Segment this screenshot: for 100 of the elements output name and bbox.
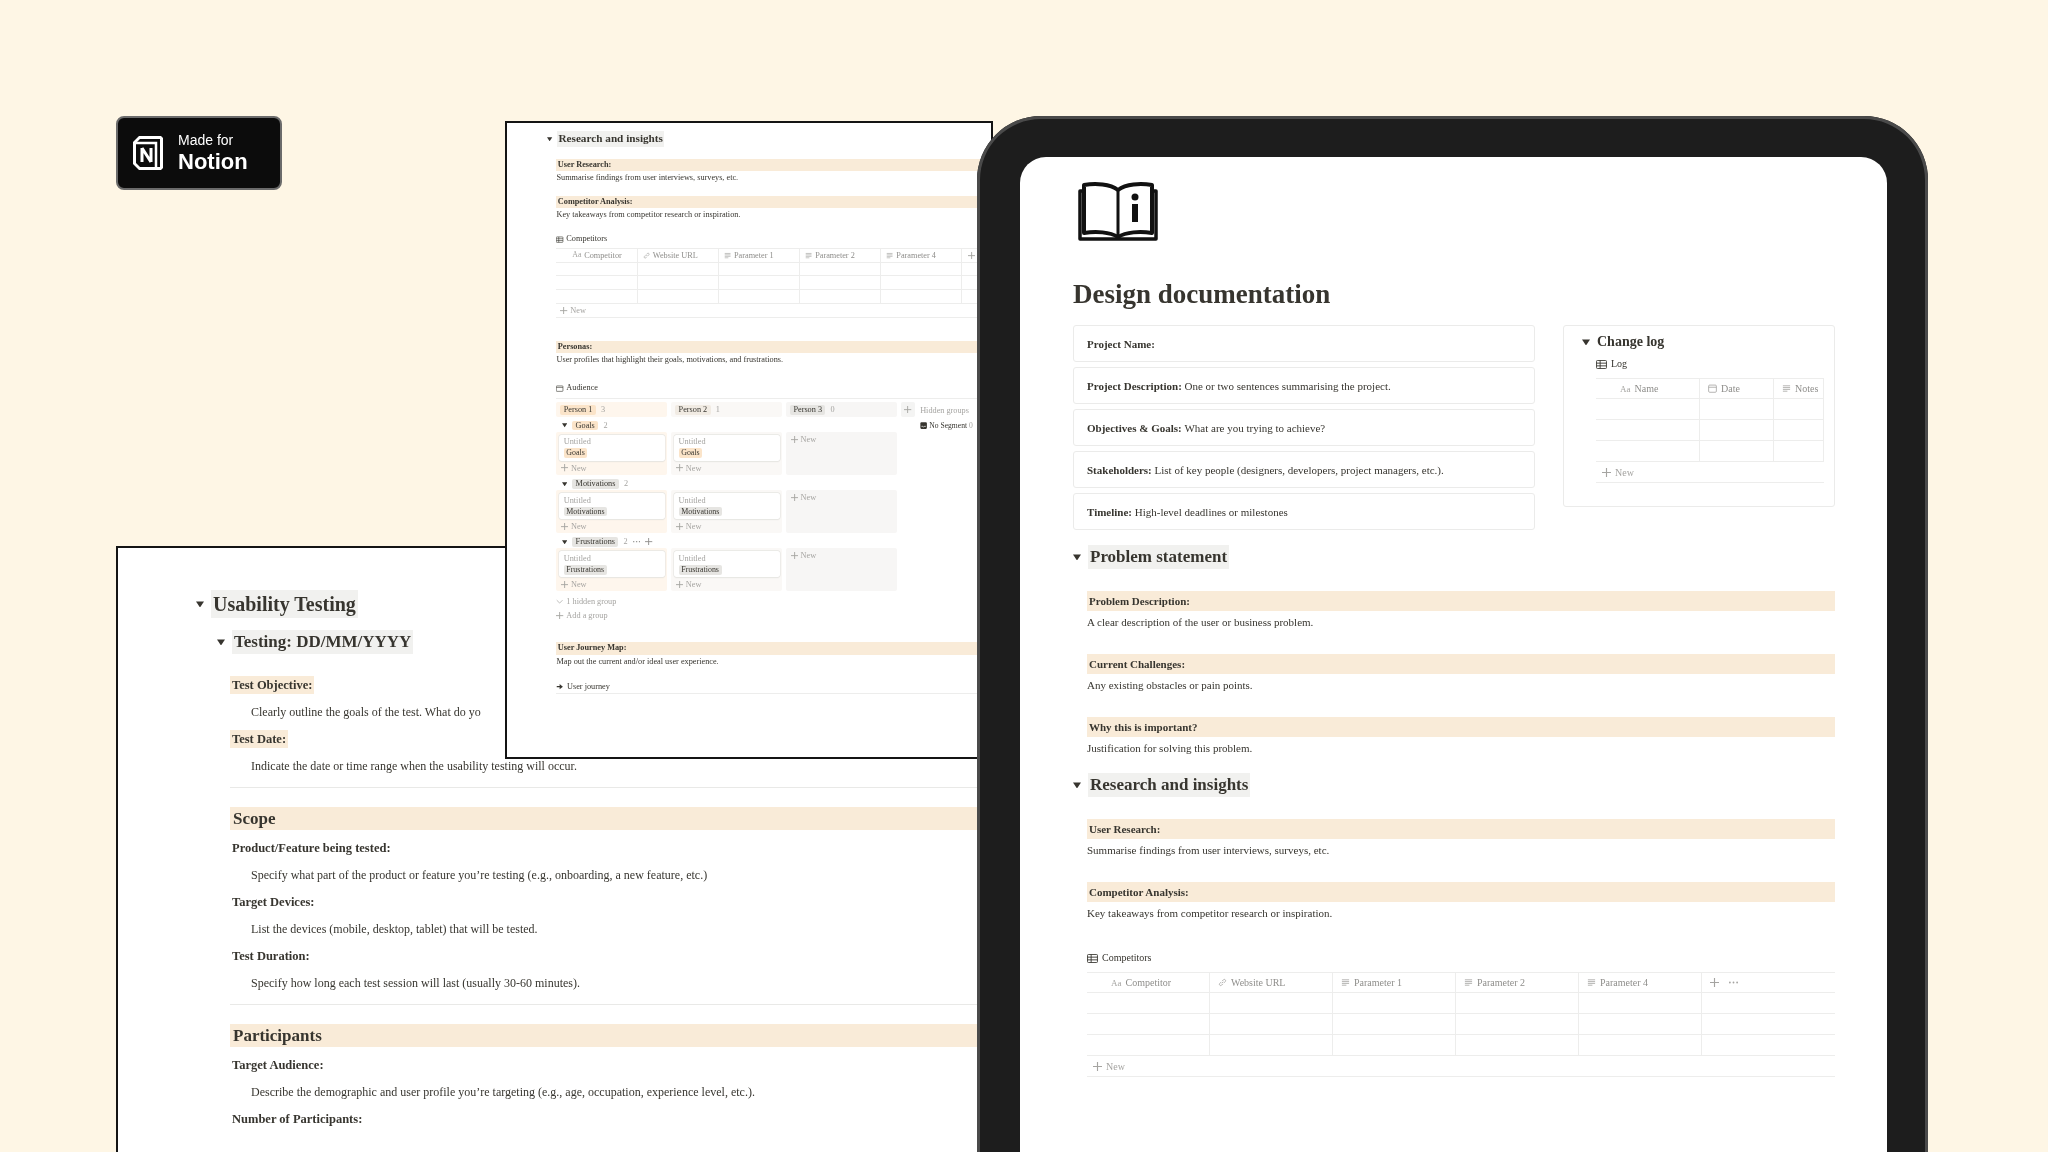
column-chip[interactable]: Person 3 [790, 404, 826, 415]
page-heading: Usability Testing [211, 590, 358, 618]
plus-icon[interactable] [1093, 1061, 1102, 1071]
new-row-button[interactable]: New [556, 304, 586, 318]
property-card: Stakeholders: List of key people (designers, developers, project managers, etc.). [1073, 451, 1535, 488]
group-chip[interactable]: Motivations [572, 478, 619, 489]
new-card-button[interactable]: New [673, 579, 702, 589]
toggle-icon[interactable] [561, 539, 567, 544]
card-title: Untitled [678, 495, 706, 505]
property-card: Timeline: High-level deadlines or milestones [1073, 493, 1535, 530]
card-title: Change log [1597, 333, 1665, 351]
toggle-icon[interactable] [1073, 781, 1081, 789]
column-header[interactable]: Aa Competitor [1087, 973, 1210, 993]
field-text: List the devices (mobile, desktop, tablet) that will be tested. [251, 921, 539, 938]
toggle-icon[interactable] [1073, 553, 1081, 561]
column-header[interactable]: Parameter 2 [800, 249, 882, 263]
lines-icon [1587, 978, 1596, 987]
field-label: Test Duration: [231, 948, 311, 965]
badge-title: Notion [178, 149, 248, 174]
arrow-icon [556, 682, 564, 691]
column-chip[interactable]: Person 1 [560, 404, 596, 415]
section-heading: Problem statement [1088, 545, 1230, 569]
hidden-groups-toggle[interactable]: 1 hidden group [556, 596, 617, 606]
column-chip[interactable]: Person 2 [675, 404, 711, 415]
new-card-button[interactable]: New [559, 579, 587, 589]
field-label: Number of Participants: [231, 1111, 364, 1128]
lines-icon [1464, 978, 1473, 987]
tray-icon [920, 422, 928, 430]
toggle-icon[interactable] [547, 136, 553, 141]
field-text: Clearly outline the goals of the test. What do yo [251, 704, 482, 721]
callout-heading: Problem Description: [1087, 591, 1835, 611]
field-label: Product/Feature being tested: [231, 840, 392, 857]
field-text: Indicate the date or time range when the usability testing will occur. [251, 758, 578, 775]
board-title[interactable]: Audience [566, 383, 598, 394]
table-icon [1087, 953, 1098, 963]
add-column-button[interactable] [900, 402, 915, 417]
lines-icon [1341, 978, 1350, 987]
column-header[interactable]: Website URL [637, 249, 719, 263]
plus-icon[interactable] [1602, 467, 1611, 477]
text-type-icon: Aa [1111, 977, 1122, 988]
section-heading: Research and insights [1088, 773, 1251, 797]
page-link[interactable]: User journey [556, 682, 610, 693]
new-card-button[interactable]: New [788, 492, 817, 502]
new-card-button[interactable]: New [788, 434, 817, 444]
new-row-button[interactable]: New [1596, 462, 1634, 482]
field-label: Test Objective: [230, 676, 315, 694]
new-row-button[interactable]: New [1087, 1056, 1125, 1076]
toggle-icon[interactable] [196, 600, 204, 608]
callout-text: Key takeaways from competitor research or inspiration. [1087, 906, 1333, 921]
field-label: Target Devices: [231, 894, 316, 911]
toggle-icon[interactable] [561, 423, 567, 428]
item-count: 2 [623, 537, 628, 547]
hidden-groups-label: Hidden groups [920, 405, 970, 415]
plus-icon[interactable] [1710, 978, 1719, 987]
new-card-button[interactable]: New [559, 463, 587, 473]
callout-heading: User Research: [1087, 819, 1835, 839]
calendar-icon [1708, 384, 1717, 393]
table-icon [1596, 359, 1607, 369]
column-header[interactable]: Parameter 4 [1579, 973, 1702, 993]
table-title[interactable]: Competitors [566, 233, 608, 245]
field-text: Describe the demographic and user profile you’re targeting (e.g., age, occupation, experience level, etc.). [251, 1084, 756, 1101]
group-chip[interactable]: Goals [572, 420, 599, 431]
group-chip[interactable]: Frustrations [572, 536, 619, 547]
callout-text: Justification for solving this problem. [1087, 741, 1253, 756]
logo-icon [130, 134, 166, 172]
column-header[interactable]: Parameter 2 [1456, 973, 1579, 993]
text-type-icon: Aa [1620, 383, 1631, 394]
page-title: Design documentation [1073, 279, 1331, 309]
column-header[interactable]: Parameter 1 [1333, 973, 1456, 993]
column-header[interactable]: Date [1700, 379, 1774, 399]
field-text: Specify what part of the product or feature you’re testing (e.g., onboarding, a new feature, etc.) [251, 867, 709, 884]
callout-text: Key takeaways from competitor research or inspiration. [556, 208, 741, 221]
new-card-button[interactable]: New [559, 521, 587, 531]
field-text: Specify how long each test session will last (usually 30-60 minutes). [251, 975, 581, 992]
table-title[interactable]: Log [1611, 356, 1628, 372]
field-label: Test Date: [230, 730, 289, 748]
column-header[interactable]: Parameter 1 [718, 249, 800, 263]
badge-caption: Made for [178, 132, 235, 149]
hidden-group-item[interactable]: No Segment 0 [920, 421, 973, 431]
card-title: Untitled [678, 553, 706, 563]
callout-text: User profiles that highlight their goals, motivations, and frustrations. [556, 353, 784, 366]
add-group-button[interactable]: Add a group [556, 610, 608, 620]
toggle-heading: Testing: DD/MM/YYYY [232, 630, 414, 654]
column-header[interactable]: Website URL [1210, 973, 1333, 993]
table-title[interactable]: Competitors [1102, 950, 1152, 966]
link-icon [1218, 978, 1227, 987]
new-card-button[interactable]: New [788, 551, 817, 561]
card-title: Untitled [563, 553, 591, 563]
new-card-button[interactable]: New [673, 463, 702, 473]
toggle-icon[interactable] [1582, 338, 1590, 346]
new-card-button[interactable]: New [673, 521, 702, 531]
callout-text: Summarise findings from user interviews, surveys, etc. [556, 171, 739, 184]
item-count: 2 [603, 421, 608, 431]
card-title: Untitled [563, 437, 591, 447]
toggle-icon[interactable] [217, 638, 225, 646]
column-header[interactable]: Parameter 4 [881, 249, 963, 263]
column-header[interactable]: Aa Name [1596, 379, 1700, 399]
callout-text: A clear description of the user or business problem. [1087, 615, 1314, 630]
toggle-icon[interactable] [561, 481, 567, 486]
column-header[interactable]: Notes [1774, 379, 1824, 399]
